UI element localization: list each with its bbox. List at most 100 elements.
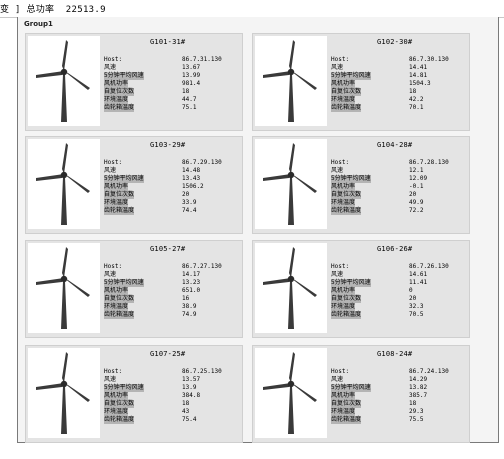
stat-value: 384.8 bbox=[182, 392, 201, 399]
stat-row-gearbox-temp: 齿轮箱温度 75.5 bbox=[331, 416, 465, 424]
stat-value: 16 bbox=[182, 295, 190, 302]
turbine-panel[interactable]: G105-27# Host: 86.7.27.130 风速 14.17 5分钟平均风速 13… bbox=[25, 240, 243, 338]
turbine-image bbox=[28, 243, 100, 333]
turbine-image bbox=[255, 243, 327, 333]
stat-value: 18 bbox=[182, 400, 190, 407]
stat-row-yaw-count: 自复位次数 16 bbox=[104, 295, 238, 303]
stat-row-host: Host: 86.7.25.130 bbox=[104, 368, 238, 376]
stat-row-power: 风机功率 -0.1 bbox=[331, 183, 465, 191]
stat-row-gearbox-temp: 齿轮箱温度 72.2 bbox=[331, 207, 465, 215]
stat-label: 风机功率 bbox=[331, 287, 356, 295]
stat-value: 14.81 bbox=[409, 72, 428, 79]
stat-label: 齿轮箱温度 bbox=[331, 104, 362, 112]
turbine-panel[interactable]: G101-31# Host: 86.7.31.130 风速 13.67 5分钟平均风速 13… bbox=[25, 33, 243, 131]
stat-row-host: Host: 86.7.27.130 bbox=[104, 263, 238, 271]
stat-row-wind-speed: 风速 12.1 bbox=[331, 167, 465, 175]
stat-label: 自复位次数 bbox=[104, 191, 135, 199]
stat-row-wind-speed: 风速 14.61 bbox=[331, 271, 465, 279]
stat-label: 风速 bbox=[104, 64, 117, 71]
stat-value: 13.43 bbox=[182, 175, 201, 182]
stat-row-wind-speed: 风速 13.57 bbox=[104, 376, 238, 384]
turbine-panel[interactable]: G107-25# Host: 86.7.25.130 风速 13.57 5分钟平均风速 13… bbox=[25, 345, 243, 443]
stat-row-yaw-count: 自复位次数 18 bbox=[331, 400, 465, 408]
stat-value: 651.0 bbox=[182, 287, 201, 294]
stat-value: 33.9 bbox=[182, 199, 197, 206]
stat-row-yaw-count: 自复位次数 20 bbox=[331, 191, 465, 199]
stat-value: 38.9 bbox=[182, 303, 197, 310]
stat-label: 齿轮箱温度 bbox=[104, 207, 135, 215]
stat-label: 5分钟平均风速 bbox=[104, 175, 144, 183]
stat-label: 自复位次数 bbox=[331, 400, 362, 408]
stat-label: 环境温度 bbox=[331, 408, 356, 416]
stat-row-avg-wind-speed: 5分钟平均风速 12.09 bbox=[331, 175, 465, 183]
stat-row-ambient-temp: 环境温度 43 bbox=[104, 408, 238, 416]
stat-value: 86.7.27.130 bbox=[182, 263, 222, 270]
turbine-image bbox=[255, 36, 327, 126]
stat-value: 32.3 bbox=[409, 303, 424, 310]
stat-value: 14.61 bbox=[409, 271, 428, 278]
stat-value: 86.7.31.130 bbox=[182, 56, 222, 63]
stat-label: 风机功率 bbox=[104, 287, 129, 295]
stat-row-gearbox-temp: 齿轮箱温度 75.1 bbox=[104, 104, 238, 112]
turbine-image bbox=[28, 348, 100, 438]
wind-turbine-icon bbox=[263, 352, 317, 434]
stat-value: 70.1 bbox=[409, 104, 424, 111]
turbine-stats: Host: 86.7.31.130 风速 13.67 5分钟平均风速 13.99 风机功率 9… bbox=[104, 56, 238, 112]
stat-row-power: 风机功率 651.0 bbox=[104, 287, 238, 295]
stat-row-ambient-temp: 环境温度 32.3 bbox=[331, 303, 465, 311]
turbine-panel[interactable]: G108-24# Host: 86.7.24.130 风速 14.29 5分钟平均风速 13… bbox=[252, 345, 470, 443]
stat-row-yaw-count: 自复位次数 18 bbox=[331, 88, 465, 96]
stat-value: 86.7.24.130 bbox=[409, 368, 449, 375]
stat-label: 齿轮箱温度 bbox=[331, 416, 362, 424]
turbine-stats: Host: 86.7.25.130 风速 13.57 5分钟平均风速 13.9 风机功率 38… bbox=[104, 368, 238, 424]
stat-row-power: 风机功率 1506.2 bbox=[104, 183, 238, 191]
stat-row-yaw-count: 自复位次数 20 bbox=[104, 191, 238, 199]
stat-label: 齿轮箱温度 bbox=[104, 311, 135, 319]
wind-turbine-icon bbox=[36, 143, 90, 225]
stat-label: 5分钟平均风速 bbox=[331, 279, 371, 287]
stat-row-power: 风机功率 1504.3 bbox=[331, 80, 465, 88]
stat-label: 齿轮箱温度 bbox=[104, 416, 135, 424]
stat-label: 自复位次数 bbox=[104, 295, 135, 303]
stat-label: 风机功率 bbox=[331, 183, 356, 191]
stat-label: 环境温度 bbox=[331, 199, 356, 207]
turbine-stats: Host: 86.7.28.130 风速 12.1 5分钟平均风速 12.09 风机功率 -0… bbox=[331, 159, 465, 215]
stat-row-wind-speed: 风速 13.67 bbox=[104, 64, 238, 72]
turbine-panel[interactable]: G106-26# Host: 86.7.26.130 风速 14.61 5分钟平均风速 11… bbox=[252, 240, 470, 338]
turbine-panel[interactable]: G103-29# Host: 86.7.29.130 风速 14.48 5分钟平均风速 13… bbox=[25, 136, 243, 234]
turbine-panel[interactable]: G104-28# Host: 86.7.28.130 风速 12.1 5分钟平均风速 12.… bbox=[252, 136, 470, 234]
stat-label: 5分钟平均风速 bbox=[331, 384, 371, 392]
stat-label: Host: bbox=[104, 159, 123, 166]
stat-row-gearbox-temp: 齿轮箱温度 75.4 bbox=[104, 416, 238, 424]
stat-label: 风速 bbox=[331, 376, 344, 383]
top-status-bar: 变 ] 总功率 22513.9 bbox=[0, 0, 504, 18]
stat-value: 74.9 bbox=[182, 311, 197, 318]
group-title: Group1 bbox=[24, 20, 53, 28]
stat-value: -0.1 bbox=[409, 183, 424, 190]
stat-label: 风机功率 bbox=[104, 80, 129, 88]
turbine-stats: Host: 86.7.27.130 风速 14.17 5分钟平均风速 13.23 风机功率 6… bbox=[104, 263, 238, 319]
wind-turbine-icon bbox=[36, 352, 90, 434]
stat-row-ambient-temp: 环境温度 44.7 bbox=[104, 96, 238, 104]
turbine-panel[interactable]: G102-30# Host: 86.7.30.130 风速 14.41 5分钟平均风速 14… bbox=[252, 33, 470, 131]
stat-label: 环境温度 bbox=[104, 303, 129, 311]
total-power-readout: 变 ] 总功率 22513.9 bbox=[0, 5, 106, 15]
stat-value: 74.4 bbox=[182, 207, 197, 214]
stat-value: 20 bbox=[409, 295, 417, 302]
stat-value: 44.7 bbox=[182, 96, 197, 103]
stat-row-yaw-count: 自复位次数 18 bbox=[104, 400, 238, 408]
stat-value: 86.7.29.130 bbox=[182, 159, 222, 166]
turbine-image bbox=[28, 139, 100, 229]
stat-label: Host: bbox=[331, 368, 350, 375]
stat-label: 风机功率 bbox=[104, 392, 129, 400]
stat-value: 13.57 bbox=[182, 376, 201, 383]
stat-value: 75.4 bbox=[182, 416, 197, 423]
stat-label: 齿轮箱温度 bbox=[331, 311, 362, 319]
stat-row-avg-wind-speed: 5分钟平均风速 13.9 bbox=[104, 384, 238, 392]
turbine-stats: Host: 86.7.24.130 风速 14.29 5分钟平均风速 13.82 风机功率 3… bbox=[331, 368, 465, 424]
stat-row-wind-speed: 风速 14.29 bbox=[331, 376, 465, 384]
turbine-image bbox=[255, 139, 327, 229]
turbine-name: G104-28# bbox=[377, 141, 413, 149]
stat-row-gearbox-temp: 齿轮箱温度 74.9 bbox=[104, 311, 238, 319]
stat-label: 风速 bbox=[331, 167, 344, 174]
